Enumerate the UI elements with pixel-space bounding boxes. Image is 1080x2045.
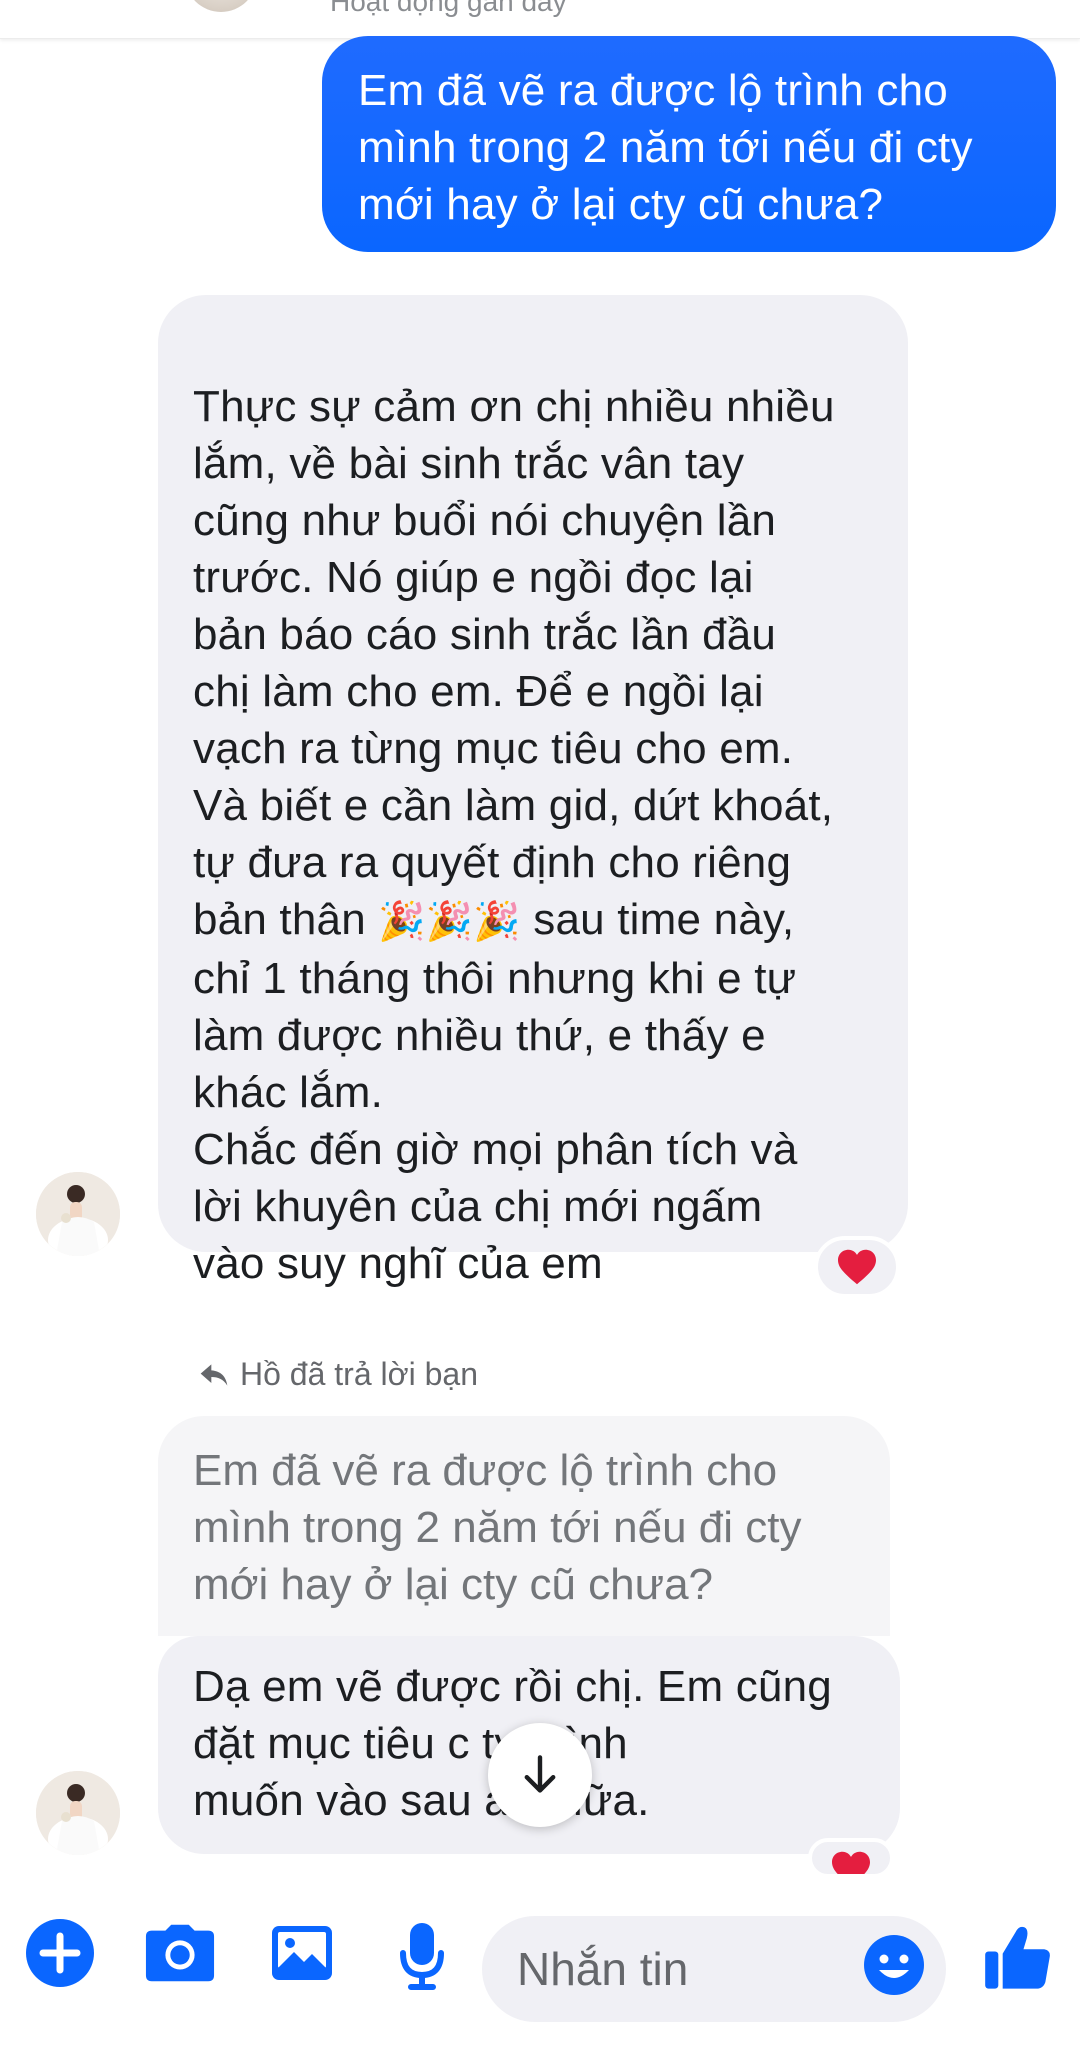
reply-label-text: Hồ đã trả lời bạn: [240, 1356, 478, 1392]
thumbs-up-button[interactable]: [970, 1918, 1066, 1998]
message-line: trước. Nó giúp e ngồi đọc lại: [193, 553, 754, 602]
avatar-image: [36, 1172, 120, 1256]
plus-icon: [26, 1919, 94, 1987]
message-line: Chắc đến giờ mọi phân tích và: [193, 1125, 798, 1174]
emoji-button[interactable]: [863, 1934, 925, 1996]
message-line: lắm, về bài sinh trắc vân tay: [193, 439, 745, 488]
avatar-image: [36, 1771, 120, 1855]
message-line: bản báo cáo sinh trắc lần đầu: [193, 610, 777, 659]
contact-status: Hoạt động gần đây: [330, 0, 567, 17]
message-line: làm được nhiều thứ, e thấy e: [193, 1011, 766, 1060]
messenger-chat-screen: Hoạt động gần đây Em đã vẽ ra được lộ tr…: [0, 0, 1080, 2045]
contact-avatar[interactable]: [36, 1172, 120, 1256]
message-line: lời khuyên của chị mới ngấm: [193, 1182, 763, 1231]
message-text-emoji-suffix: sau time này,: [520, 895, 795, 944]
message-line: tự đưa ra quyết định cho riêng: [193, 838, 792, 887]
message-composer: Nhắn tin: [0, 1878, 1080, 2045]
party-popper-icon: 🎉🎉🎉: [378, 899, 521, 943]
chat-header: Hoạt động gần đây: [0, 0, 1080, 39]
gallery-icon: [272, 1926, 332, 1980]
scroll-to-bottom-button[interactable]: [488, 1723, 592, 1827]
outgoing-message-bubble[interactable]: Em đã vẽ ra được lộ trình cho mình trong…: [322, 36, 1056, 252]
message-text-block-2: chỉ 1 tháng thôi nhưng khi e tự làm được …: [193, 950, 884, 1292]
message-line: vào suy nghĩ của em: [193, 1239, 603, 1288]
message-line: Và biết e cần làm gid, dứt khoát,: [193, 781, 834, 830]
microphone-icon: [400, 1923, 444, 1990]
heart-icon: [838, 1249, 876, 1285]
quoted-message[interactable]: Em đã vẽ ra được lộ trình cho mình trong…: [158, 1416, 890, 1636]
heart-reaction[interactable]: [808, 1838, 894, 1878]
heart-icon: [832, 1851, 870, 1874]
message-line: cũng như buổi nói chuyện lần: [193, 496, 777, 545]
camera-button[interactable]: [143, 1918, 217, 1988]
message-line: khác lắm.: [193, 1068, 384, 1117]
microphone-button[interactable]: [390, 1918, 454, 1994]
message-text-block-1: Thực sự cảm ơn chị nhiều nhiều lắm, về bà…: [193, 378, 884, 891]
camera-icon: [145, 1924, 215, 1982]
reply-icon: [200, 1363, 228, 1386]
contact-avatar[interactable]: [185, 0, 257, 12]
emoji-icon: [864, 1935, 924, 1995]
message-line: chỉ 1 tháng thôi nhưng khi e tự: [193, 954, 797, 1003]
message-text-emoji-prefix: bản thân: [193, 895, 379, 944]
heart-reaction[interactable]: [814, 1236, 900, 1298]
message-line: Thực sự cảm ơn chị nhiều nhiều: [193, 382, 835, 431]
gallery-button[interactable]: [265, 1918, 339, 1988]
arrow-down-icon: [524, 1755, 556, 1793]
incoming-message-bubble[interactable]: Thực sự cảm ơn chị nhiều nhiều lắm, về bà…: [158, 295, 908, 1288]
contact-avatar[interactable]: [36, 1771, 120, 1855]
message-input-placeholder: Nhắn tin: [517, 1943, 689, 1995]
plus-button[interactable]: [25, 1918, 95, 1988]
reply-indicator: Hồ đã trả lời bạn: [198, 1356, 478, 1393]
thumbs-up-icon: [985, 1926, 1050, 1989]
message-line: vạch ra từng mục tiêu cho em.: [193, 724, 794, 773]
message-line: chị làm cho em. Để e ngồi lại: [193, 667, 764, 716]
